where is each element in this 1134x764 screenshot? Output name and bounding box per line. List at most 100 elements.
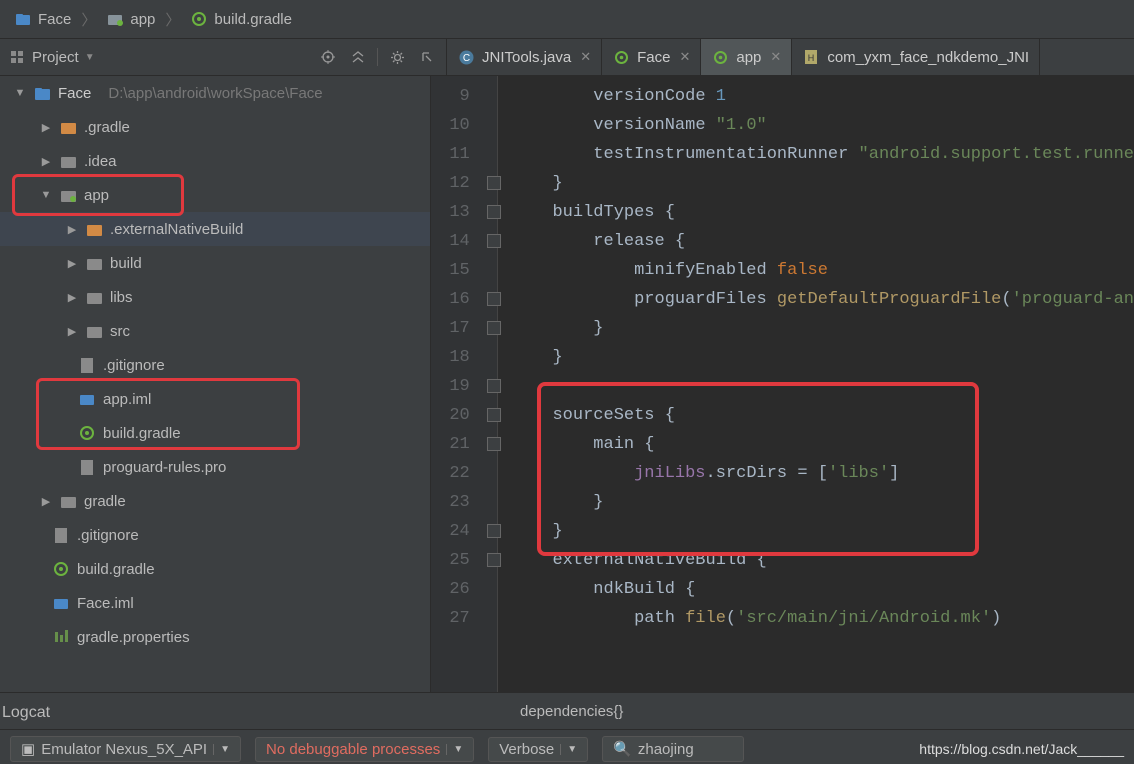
device-label: Emulator Nexus_5X_API [41,741,207,758]
tree-item[interactable]: gradle.properties [0,620,430,654]
tree-root[interactable]: ▼ Face D:\app\android\workSpace\Face [0,76,430,110]
tree-item[interactable]: app.iml [0,382,430,416]
tree-item[interactable]: ▶ gradle [0,484,430,518]
fold-gutter[interactable] [484,76,498,692]
folder-icon [59,152,77,170]
crumb-project[interactable]: Face [6,10,79,28]
chevron-down-icon: ▼ [446,744,463,755]
folder-icon [85,254,103,272]
chevron-down-icon: ▼ [213,744,230,755]
module-icon [33,84,51,102]
iml-icon [78,390,96,408]
tree-label: proguard-rules.pro [103,459,226,476]
tab-app[interactable]: app ✕ [701,39,792,75]
tree-item[interactable]: Face.iml [0,586,430,620]
fold-marker-icon[interactable] [487,321,501,335]
code-editor[interactable]: 9101112131415161718192021222324252627 ve… [431,76,1134,692]
tree-label: Face.iml [77,595,134,612]
search-icon: 🔍 [613,740,632,758]
expand-arrow-icon[interactable]: ▶ [66,223,78,236]
tree-item[interactable]: .gitignore [0,348,430,382]
tree-item[interactable]: ▶build [0,246,430,280]
search-value: zhaojing [638,741,694,758]
fold-marker-icon[interactable] [487,437,501,451]
fold-marker-icon[interactable] [487,205,501,219]
java-class-icon: C [457,48,475,66]
tab-label: com_yxm_face_ndkdemo_JNI [827,49,1029,66]
tree-item[interactable]: ▶ .externalNativeBuild [0,212,430,246]
code-content[interactable]: versionCode 1 versionName "1.0" testInst… [498,76,1134,692]
gear-icon[interactable] [386,46,408,68]
fold-marker-icon[interactable] [487,408,501,422]
hide-icon[interactable] [416,46,438,68]
tree-label: app.iml [103,391,151,408]
fold-marker-icon[interactable] [487,524,501,538]
chevron-right-icon: 〉 [163,9,182,30]
device-selector[interactable]: ▣Emulator Nexus_5X_API▼ [10,736,241,762]
crumb-module[interactable]: app [98,10,163,28]
chevron-right-icon: 〉 [79,9,98,30]
expand-arrow-icon[interactable]: ▶ [40,495,52,508]
watermark-text: https://blog.csdn.net/Jack______ [919,741,1124,757]
project-tree[interactable]: ▼ Face D:\app\android\workSpace\Face ▶.g… [0,76,431,692]
gradle-icon [78,424,96,442]
expand-arrow-icon[interactable]: ▶ [66,325,78,338]
tree-label: gradle.properties [77,629,190,646]
expand-arrow-icon[interactable]: ▼ [40,189,52,201]
tab-header-file[interactable]: H com_yxm_face_ndkdemo_JNI [792,39,1040,75]
log-search-input[interactable]: 🔍 zhaojing [602,736,744,762]
fold-marker-icon[interactable] [487,292,501,306]
tab-label: app [736,49,761,66]
close-icon[interactable]: ✕ [677,49,690,65]
expand-arrow-icon[interactable]: ▶ [66,291,78,304]
tree-label: gradle [84,493,126,510]
fold-marker-icon[interactable] [487,379,501,393]
project-tool-header: Project ▼ [0,39,447,75]
tree-label: app [84,187,109,204]
process-selector[interactable]: No debuggable processes ▼ [255,737,474,762]
tree-item[interactable]: proguard-rules.pro [0,450,430,484]
chevron-down-icon: ▼ [560,744,577,755]
tree-item-build-gradle[interactable]: build.gradle [0,416,430,450]
folder-icon [59,492,77,510]
logcat-tab[interactable]: Logcat [2,704,50,722]
tab-face[interactable]: Face ✕ [602,39,701,75]
close-icon[interactable]: ✕ [768,49,781,65]
fold-marker-icon[interactable] [487,553,501,567]
tab-label: JNITools.java [482,49,571,66]
tree-item[interactable]: ▶ .idea [0,144,430,178]
expand-arrow-icon[interactable]: ▼ [14,87,26,99]
fold-marker-icon[interactable] [487,176,501,190]
expand-arrow-icon[interactable]: ▶ [40,155,52,168]
tree-item[interactable]: ▶.gradle [0,110,430,144]
tree-item[interactable]: .gitignore [0,518,430,552]
tree-item[interactable]: ▶ libs [0,280,430,314]
crumb-label: Face [38,11,71,28]
file-icon [78,458,96,476]
tree-label: src [110,323,130,340]
expand-arrow-icon[interactable]: ▶ [40,121,52,134]
tree-label: libs [110,289,133,306]
tree-item[interactable]: build.gradle [0,552,430,586]
locate-icon[interactable] [317,46,339,68]
tree-item[interactable]: ▶ src [0,314,430,348]
log-level-selector[interactable]: Verbose▼ [488,737,588,762]
tab-jnitools[interactable]: C JNITools.java ✕ [447,39,602,75]
crumb-file[interactable]: build.gradle [182,10,300,28]
folder-icon [85,322,103,340]
expand-arrow-icon[interactable]: ▶ [66,257,78,270]
fold-marker-icon[interactable] [487,234,501,248]
collapse-icon[interactable] [347,46,369,68]
editor-breadcrumb[interactable]: dependencies{} [0,692,1134,729]
gradle-icon [52,560,70,578]
process-label: No debuggable processes [266,741,440,758]
tree-label: .idea [84,153,117,170]
project-view-selector[interactable]: Project ▼ [8,48,95,66]
bottom-toolbar: ▣Emulator Nexus_5X_API▼ No debuggable pr… [0,729,1134,764]
close-icon[interactable]: ✕ [578,49,591,65]
tree-item-app[interactable]: ▼ app [0,178,430,212]
chevron-down-icon: ▼ [85,52,95,63]
folder-icon [85,220,103,238]
tree-path: D:\app\android\workSpace\Face [108,85,322,102]
tree-label: .externalNativeBuild [110,221,243,238]
